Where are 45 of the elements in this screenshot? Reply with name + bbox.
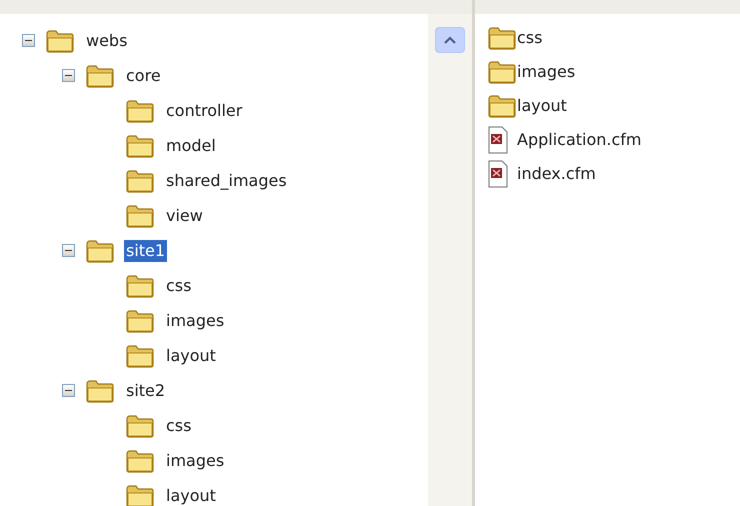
document-icon [487, 126, 509, 154]
tree-item[interactable]: webs [84, 30, 130, 52]
tree-item[interactable]: shared_images [164, 170, 289, 192]
folder-icon [487, 93, 517, 119]
folder-icon [125, 168, 155, 194]
folder-icon [125, 482, 155, 506]
document-icon [487, 160, 509, 188]
chevron-up-icon [444, 36, 456, 44]
folder-icon [125, 272, 155, 298]
scroll-up-button[interactable] [435, 27, 465, 53]
folder-icon [125, 98, 155, 124]
folder-icon [487, 59, 517, 85]
file-item[interactable]: layout [517, 95, 567, 117]
file-item[interactable]: images [517, 61, 576, 83]
scrollbar[interactable] [428, 0, 472, 506]
file-item[interactable]: index.cfm [517, 163, 596, 185]
collapse-toggle[interactable] [62, 384, 75, 397]
folder-icon [85, 62, 115, 88]
file-item[interactable]: Application.cfm [517, 129, 642, 151]
tree-item[interactable]: css [164, 274, 194, 296]
tree-item[interactable]: core [124, 64, 163, 86]
folder-icon [125, 342, 155, 368]
folder-icon [487, 25, 517, 51]
folder-icon [85, 378, 115, 404]
tree-item[interactable]: model [164, 134, 218, 156]
tree-item[interactable]: images [164, 310, 226, 332]
tree-item[interactable]: css [164, 414, 194, 436]
folder-icon [125, 202, 155, 228]
collapse-toggle[interactable] [62, 244, 75, 257]
folder-icon [125, 412, 155, 438]
tree-item[interactable]: view [164, 204, 205, 226]
tree-item[interactable]: controller [164, 100, 244, 122]
tree-item[interactable]: layout [164, 484, 218, 506]
tree-item[interactable]: images [164, 450, 226, 472]
tree-item[interactable]: site2 [124, 380, 168, 402]
folder-icon [85, 238, 115, 264]
tree-item[interactable]: site1 [124, 240, 168, 262]
file-item[interactable]: css [517, 27, 542, 49]
tree-item[interactable]: layout [164, 344, 218, 366]
folder-icon [125, 448, 155, 474]
folder-icon [45, 28, 75, 54]
folder-icon [125, 132, 155, 158]
folder-icon [125, 308, 155, 334]
collapse-toggle[interactable] [22, 34, 35, 47]
collapse-toggle[interactable] [62, 69, 75, 82]
